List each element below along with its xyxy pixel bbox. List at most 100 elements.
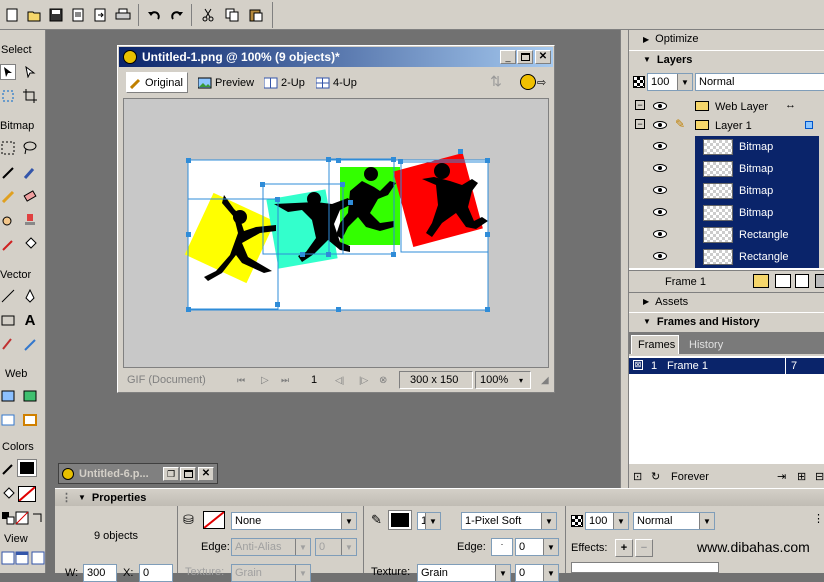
stop-icon[interactable]: ⊗: [379, 375, 387, 386]
remove-effect-button[interactable]: −: [635, 539, 653, 557]
eye-icon[interactable]: [653, 142, 667, 150]
quick-export-icon[interactable]: ⇨: [520, 72, 548, 92]
redo-icon[interactable]: [167, 5, 187, 25]
next-frame-icon[interactable]: |▷: [359, 375, 368, 386]
first-frame-icon[interactable]: ⏮: [237, 375, 245, 386]
zoom-dropdown-icon[interactable]: ▾: [519, 376, 523, 385]
eye-icon[interactable]: [653, 164, 667, 172]
print-icon[interactable]: [113, 5, 133, 25]
tab-original[interactable]: Original: [126, 72, 188, 93]
swap-colors-icon[interactable]: [30, 510, 46, 526]
paste-icon[interactable]: [246, 5, 266, 25]
opacity-field[interactable]: 100 ▼: [585, 512, 629, 530]
new-frame-icon[interactable]: ⊞: [797, 470, 806, 483]
canvas-artwork[interactable]: [124, 99, 548, 367]
close-button[interactable]: ✕: [535, 50, 551, 64]
export-preview-icon[interactable]: ⇅: [486, 73, 506, 93]
minimized-document[interactable]: Untitled-6.p... ❐ ✕: [58, 463, 218, 484]
rectangle-tool-icon[interactable]: [0, 312, 16, 328]
magic-wand-tool-icon[interactable]: [0, 164, 16, 180]
hotspot-tool-icon[interactable]: [0, 388, 16, 404]
restore-button[interactable]: ❐: [163, 467, 179, 481]
export-format-label[interactable]: GIF (Document): [127, 374, 206, 386]
pointer-tool-icon[interactable]: [0, 64, 16, 80]
layer-row-layer1[interactable]: − ✎ Layer 1: [629, 115, 824, 137]
open-folder-icon[interactable]: [24, 5, 44, 25]
paint-bucket-tool-icon[interactable]: [22, 236, 38, 252]
loop-icon[interactable]: ↻: [651, 470, 660, 483]
line-tool-icon[interactable]: [0, 288, 16, 304]
stroke-type-select[interactable]: 1-Pixel Soft ▼: [461, 512, 557, 530]
text-tool-icon[interactable]: A: [22, 312, 38, 329]
delete-frame-icon[interactable]: ⊟: [815, 470, 824, 483]
loop-count-label[interactable]: Forever: [671, 471, 709, 483]
eye-icon[interactable]: [653, 102, 667, 110]
cut-icon[interactable]: [198, 5, 218, 25]
tab-2up[interactable]: 2-Up: [264, 75, 305, 91]
collapse-icon[interactable]: −: [635, 119, 645, 129]
resize-grip-icon[interactable]: ◢: [541, 375, 549, 386]
eyedropper-tool-icon[interactable]: [0, 236, 16, 252]
pen-tool-icon[interactable]: [22, 288, 38, 304]
tab-frames[interactable]: Frames: [631, 335, 679, 354]
eye-icon[interactable]: [653, 186, 667, 194]
object-row[interactable]: Rectangle: [629, 246, 824, 268]
freeform-tool-icon[interactable]: [0, 336, 16, 352]
collapse-icon[interactable]: −: [635, 100, 645, 110]
object-row[interactable]: Bitmap: [629, 180, 824, 202]
export-icon[interactable]: [90, 5, 110, 25]
hide-slices-icon[interactable]: [0, 412, 16, 428]
eye-icon[interactable]: [653, 208, 667, 216]
canvas-area[interactable]: [123, 98, 549, 368]
full-screen-icon[interactable]: [30, 550, 46, 566]
maximize-button[interactable]: [517, 50, 533, 64]
pencil-tool-icon[interactable]: [0, 188, 16, 204]
blur-tool-icon[interactable]: [0, 212, 16, 228]
subselect-tool-icon[interactable]: [22, 64, 38, 80]
close-button[interactable]: ✕: [198, 467, 214, 481]
distribute-to-frames-icon[interactable]: ⇥: [777, 470, 786, 483]
last-frame-icon[interactable]: ⏭: [281, 375, 289, 386]
eye-icon[interactable]: [653, 230, 667, 238]
effects-list[interactable]: [571, 562, 719, 573]
panel-menu-icon[interactable]: ⋮: [813, 512, 824, 525]
new-layer-icon[interactable]: [775, 274, 791, 288]
lasso-tool-icon[interactable]: [22, 140, 38, 156]
slice-tool-icon[interactable]: [22, 388, 38, 404]
object-row[interactable]: Bitmap: [629, 158, 824, 180]
fill-color-swatch[interactable]: [18, 486, 36, 502]
rubber-stamp-tool-icon[interactable]: [22, 212, 38, 228]
brush-tool-icon[interactable]: [22, 164, 38, 180]
prev-frame-icon[interactable]: ◁|: [335, 375, 344, 386]
blend-mode-select[interactable]: Normal ▼: [633, 512, 715, 530]
fill-type-select[interactable]: None ▼: [231, 512, 357, 530]
show-slices-icon[interactable]: [22, 412, 38, 428]
width-field[interactable]: 300: [83, 564, 117, 582]
copy-icon[interactable]: [222, 5, 242, 25]
stroke-texture-select[interactable]: Grain ▼: [417, 564, 511, 582]
no-stroke-fill-icon[interactable]: [14, 510, 30, 526]
fill-edge-select[interactable]: Anti-Alias ▼: [231, 538, 311, 556]
fill-color-icon[interactable]: [0, 486, 16, 502]
x-field[interactable]: 0: [139, 564, 173, 582]
fill-edge-amount[interactable]: 0 ▼: [315, 538, 357, 556]
stroke-texture-amount[interactable]: 0 ▼: [515, 564, 559, 582]
eraser-tool-icon[interactable]: [22, 188, 38, 204]
current-frame-label[interactable]: Frame 1: [665, 276, 706, 288]
delete-layer-icon[interactable]: [815, 274, 824, 288]
stroke-swatch[interactable]: [388, 510, 412, 530]
object-row[interactable]: Bitmap: [629, 202, 824, 224]
crop-tool-icon[interactable]: [22, 88, 38, 104]
stroke-color-swatch[interactable]: [17, 459, 37, 477]
frame-row[interactable]: ⊠ 1 Frame 1 7: [629, 358, 824, 374]
undo-icon[interactable]: [144, 5, 164, 25]
scale-tool-icon[interactable]: [0, 88, 16, 104]
play-icon[interactable]: ▷: [261, 375, 269, 386]
eye-icon[interactable]: [653, 252, 667, 260]
knife-tool-icon[interactable]: [22, 336, 38, 352]
onion-skin-icon[interactable]: ⊡: [633, 470, 642, 483]
layer-opacity-field[interactable]: 100 ▼: [647, 73, 693, 91]
eye-icon[interactable]: [653, 121, 667, 129]
object-row[interactable]: Bitmap: [629, 136, 824, 158]
fill-texture-select[interactable]: Grain ▼: [231, 564, 311, 582]
